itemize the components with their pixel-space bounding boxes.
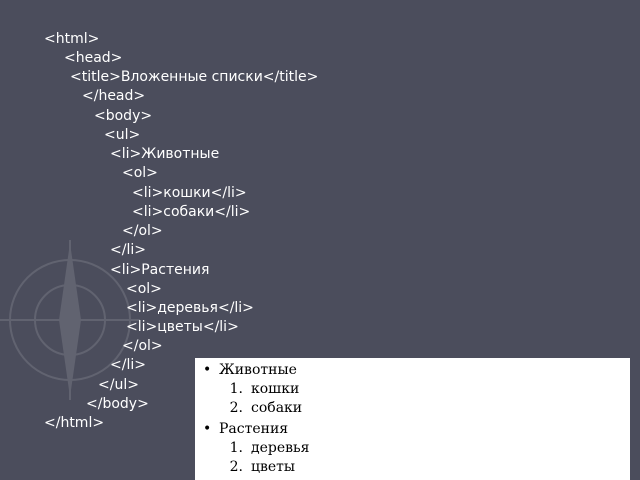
code-line-li-close: </li> [110, 242, 146, 258]
code-line-ol-open: <ol> [122, 165, 158, 181]
code-line-li-plants: <li>Растения [110, 262, 210, 278]
code-line-li-dogs: <li>собаки</li> [132, 204, 251, 220]
code-line-head-open: <head> [64, 50, 123, 66]
list-item-label: Животные [219, 362, 297, 378]
bullet-icon: • [203, 362, 212, 378]
code-line-li-flowers: <li>цветы</li> [126, 319, 239, 335]
code-line-body-open: <body> [94, 108, 153, 124]
list-item-label: деревья [251, 440, 310, 456]
code-line-ol-open: <ol> [126, 281, 162, 297]
list-item-number: 2. [229, 400, 243, 416]
list-item: • Растения [203, 420, 288, 438]
list-item-number: 1. [229, 440, 243, 456]
code-line-ol-close: </ol> [122, 338, 163, 354]
code-line-html-open: <html> [44, 31, 100, 47]
code-line-html-close: </html> [44, 415, 105, 431]
list-item-label: собаки [251, 400, 303, 416]
list-item-label: Растения [219, 421, 289, 437]
list-item-label: цветы [251, 459, 296, 475]
code-line-ul-close: </ul> [98, 377, 139, 393]
code-line-ul-open: <ul> [104, 127, 141, 143]
rendered-list-preview: • Животные 1. кошки 2. собаки • Растения 1. д… [195, 358, 630, 480]
list-item: 2. собаки [223, 399, 303, 417]
list-item: 1. кошки [223, 380, 300, 398]
code-line-ol-close: </ol> [122, 223, 163, 239]
bullet-icon: • [203, 421, 212, 437]
code-line-li-trees: <li>деревья</li> [126, 300, 254, 316]
list-item: 2. цветы [223, 458, 295, 476]
list-item-label: кошки [251, 381, 300, 397]
list-item-number: 2. [229, 459, 243, 475]
list-item: • Животные [203, 361, 297, 379]
code-line-li-close: </li> [110, 357, 146, 373]
code-line-body-close: </body> [86, 396, 149, 412]
list-item: 1. деревья [223, 439, 310, 457]
code-line-li-animals: <li>Животные [110, 146, 220, 162]
code-line-head-close: </head> [82, 88, 146, 104]
code-line-title: <title>Вложенные списки</title> [70, 69, 319, 85]
list-item-number: 1. [229, 381, 243, 397]
code-line-li-cats: <li>кошки</li> [132, 185, 247, 201]
